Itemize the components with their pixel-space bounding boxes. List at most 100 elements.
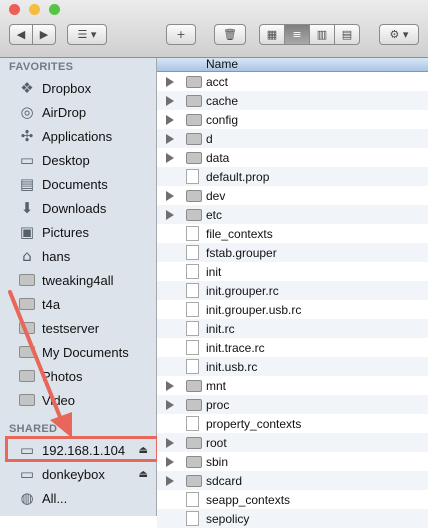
file-name: mnt [206,378,227,393]
file-name: file_contexts [206,226,273,241]
document-icon [186,169,199,184]
sidebar-item-documents[interactable]: ▤ Documents [0,173,156,195]
table-row[interactable]: config [157,110,428,129]
table-row[interactable]: init.rc [157,319,428,338]
table-row[interactable]: acct [157,72,428,91]
view-coverflow-button[interactable]: ▤ [334,24,360,45]
new-folder-icon: + [176,28,186,41]
folder-icon [186,208,202,221]
shared-item-donkeybox[interactable]: ▭ donkeybox ⏏ [0,463,156,485]
table-row[interactable]: mnt [157,376,428,395]
zoom-button[interactable] [49,4,60,15]
disclosure-triangle-icon[interactable] [166,399,174,410]
file-name: init.grouper.usb.rc [206,302,302,317]
table-row[interactable]: dev [157,186,428,205]
disclosure-triangle-icon[interactable] [166,133,174,144]
table-row[interactable]: cache [157,91,428,110]
disclosure-triangle-icon[interactable] [166,380,174,391]
disclosure-triangle-icon[interactable] [166,152,174,163]
view-columns-button[interactable]: ▥ [309,24,335,45]
table-row[interactable]: fstab.grouper [157,243,428,262]
file-name: dev [206,188,226,203]
sidebar-item-downloads[interactable]: ⬇ Downloads [0,197,156,219]
disclosure-triangle-icon[interactable] [166,209,174,220]
file-name: sdcard [206,473,243,488]
document-icon [186,283,199,298]
file-name: acct [206,74,229,89]
table-row[interactable]: init.grouper.rc [157,281,428,300]
column-header-label: Name [206,57,239,71]
disclosure-triangle-icon[interactable] [166,114,174,125]
pictures-icon: ▣ [19,222,35,241]
table-row[interactable]: sepolicy [157,509,428,528]
home-icon: ⌂ [22,246,32,265]
disclosure-triangle-icon[interactable] [166,190,174,201]
sidebar-item-hans[interactable]: ⌂ hans [0,245,156,267]
document-icon [186,302,199,317]
table-row[interactable]: sbin [157,452,428,471]
table-row[interactable]: d [157,129,428,148]
view-icons-button[interactable]: ▦ [259,24,285,45]
gear-icon: ⚙ ▾ [389,28,409,41]
sidebar-item-label: Downloads [42,200,107,216]
folder-icon [186,189,202,202]
table-row[interactable]: root [157,433,428,452]
table-row[interactable]: property_contexts [157,414,428,433]
dropbox-icon: ❖ [20,78,34,97]
sidebar-item-pictures[interactable]: ▣ Pictures [0,221,156,243]
disclosure-triangle-icon[interactable] [166,456,174,467]
table-row[interactable]: init [157,262,428,281]
action-menu-button[interactable]: ⚙ ▾ [379,24,419,45]
close-button[interactable] [9,4,20,15]
file-name: sbin [206,454,229,469]
back-button[interactable]: ◀ [9,24,33,45]
back-arrow-icon: ◀ [16,28,26,41]
sidebar-item-desktop[interactable]: ▭ Desktop [0,149,156,171]
table-row[interactable]: file_contexts [157,224,428,243]
table-row[interactable]: data [157,148,428,167]
sidebar-item-label: Pictures [42,224,89,240]
table-row[interactable]: init.usb.rc [157,357,428,376]
table-row[interactable]: init.trace.rc [157,338,428,357]
column-view-icon: ▥ [316,28,328,41]
network-icon: ◍ [20,488,34,507]
sidebar-item-airdrop[interactable]: ◎ AirDrop [0,101,156,123]
folder-icon [186,113,202,126]
sidebar-item-applications[interactable]: ✣ Applications [0,125,156,147]
file-name: init.trace.rc [206,340,265,355]
coverflow-view-icon: ▤ [341,28,353,41]
document-icon [186,511,199,526]
column-header-name[interactable]: Name [157,57,428,72]
shared-item-all-[interactable]: ◍ All... [0,487,156,509]
document-icon [186,245,199,260]
sidebar-item-label: Applications [42,128,113,144]
minimize-button[interactable] [29,4,40,15]
file-name: default.prop [206,169,270,184]
table-row[interactable]: etc [157,205,428,224]
table-row[interactable]: init.grouper.usb.rc [157,300,428,319]
table-row[interactable]: proc [157,395,428,414]
document-icon [186,416,199,431]
trash-button[interactable]: 🗑 [214,24,246,45]
disclosure-triangle-icon[interactable] [166,95,174,106]
disclosure-triangle-icon[interactable] [166,437,174,448]
folder-icon [186,379,202,392]
disclosure-triangle-icon[interactable] [166,76,174,87]
sidebar-item-label: Dropbox [42,80,92,96]
annotation-arrow-icon [8,290,72,438]
arrange-button[interactable]: ☰ ▾ [67,24,107,45]
eject-icon[interactable]: ⏏ [139,469,148,480]
list-view-icon: ≡ [292,28,302,41]
documents-icon: ▤ [19,174,35,193]
table-row[interactable]: default.prop [157,167,428,186]
table-row[interactable]: sdcard [157,471,428,490]
icon-view-icon: ▦ [266,28,278,41]
table-row[interactable]: seapp_contexts [157,490,428,509]
sidebar-item-dropbox[interactable]: ❖ Dropbox [0,77,156,99]
file-name: init.grouper.rc [206,283,279,298]
forward-button[interactable]: ▶ [32,24,56,45]
disclosure-triangle-icon[interactable] [166,475,174,486]
file-name: root [206,435,227,450]
view-list-button[interactable]: ≡ [284,24,310,45]
new-folder-button[interactable]: + [166,24,196,45]
